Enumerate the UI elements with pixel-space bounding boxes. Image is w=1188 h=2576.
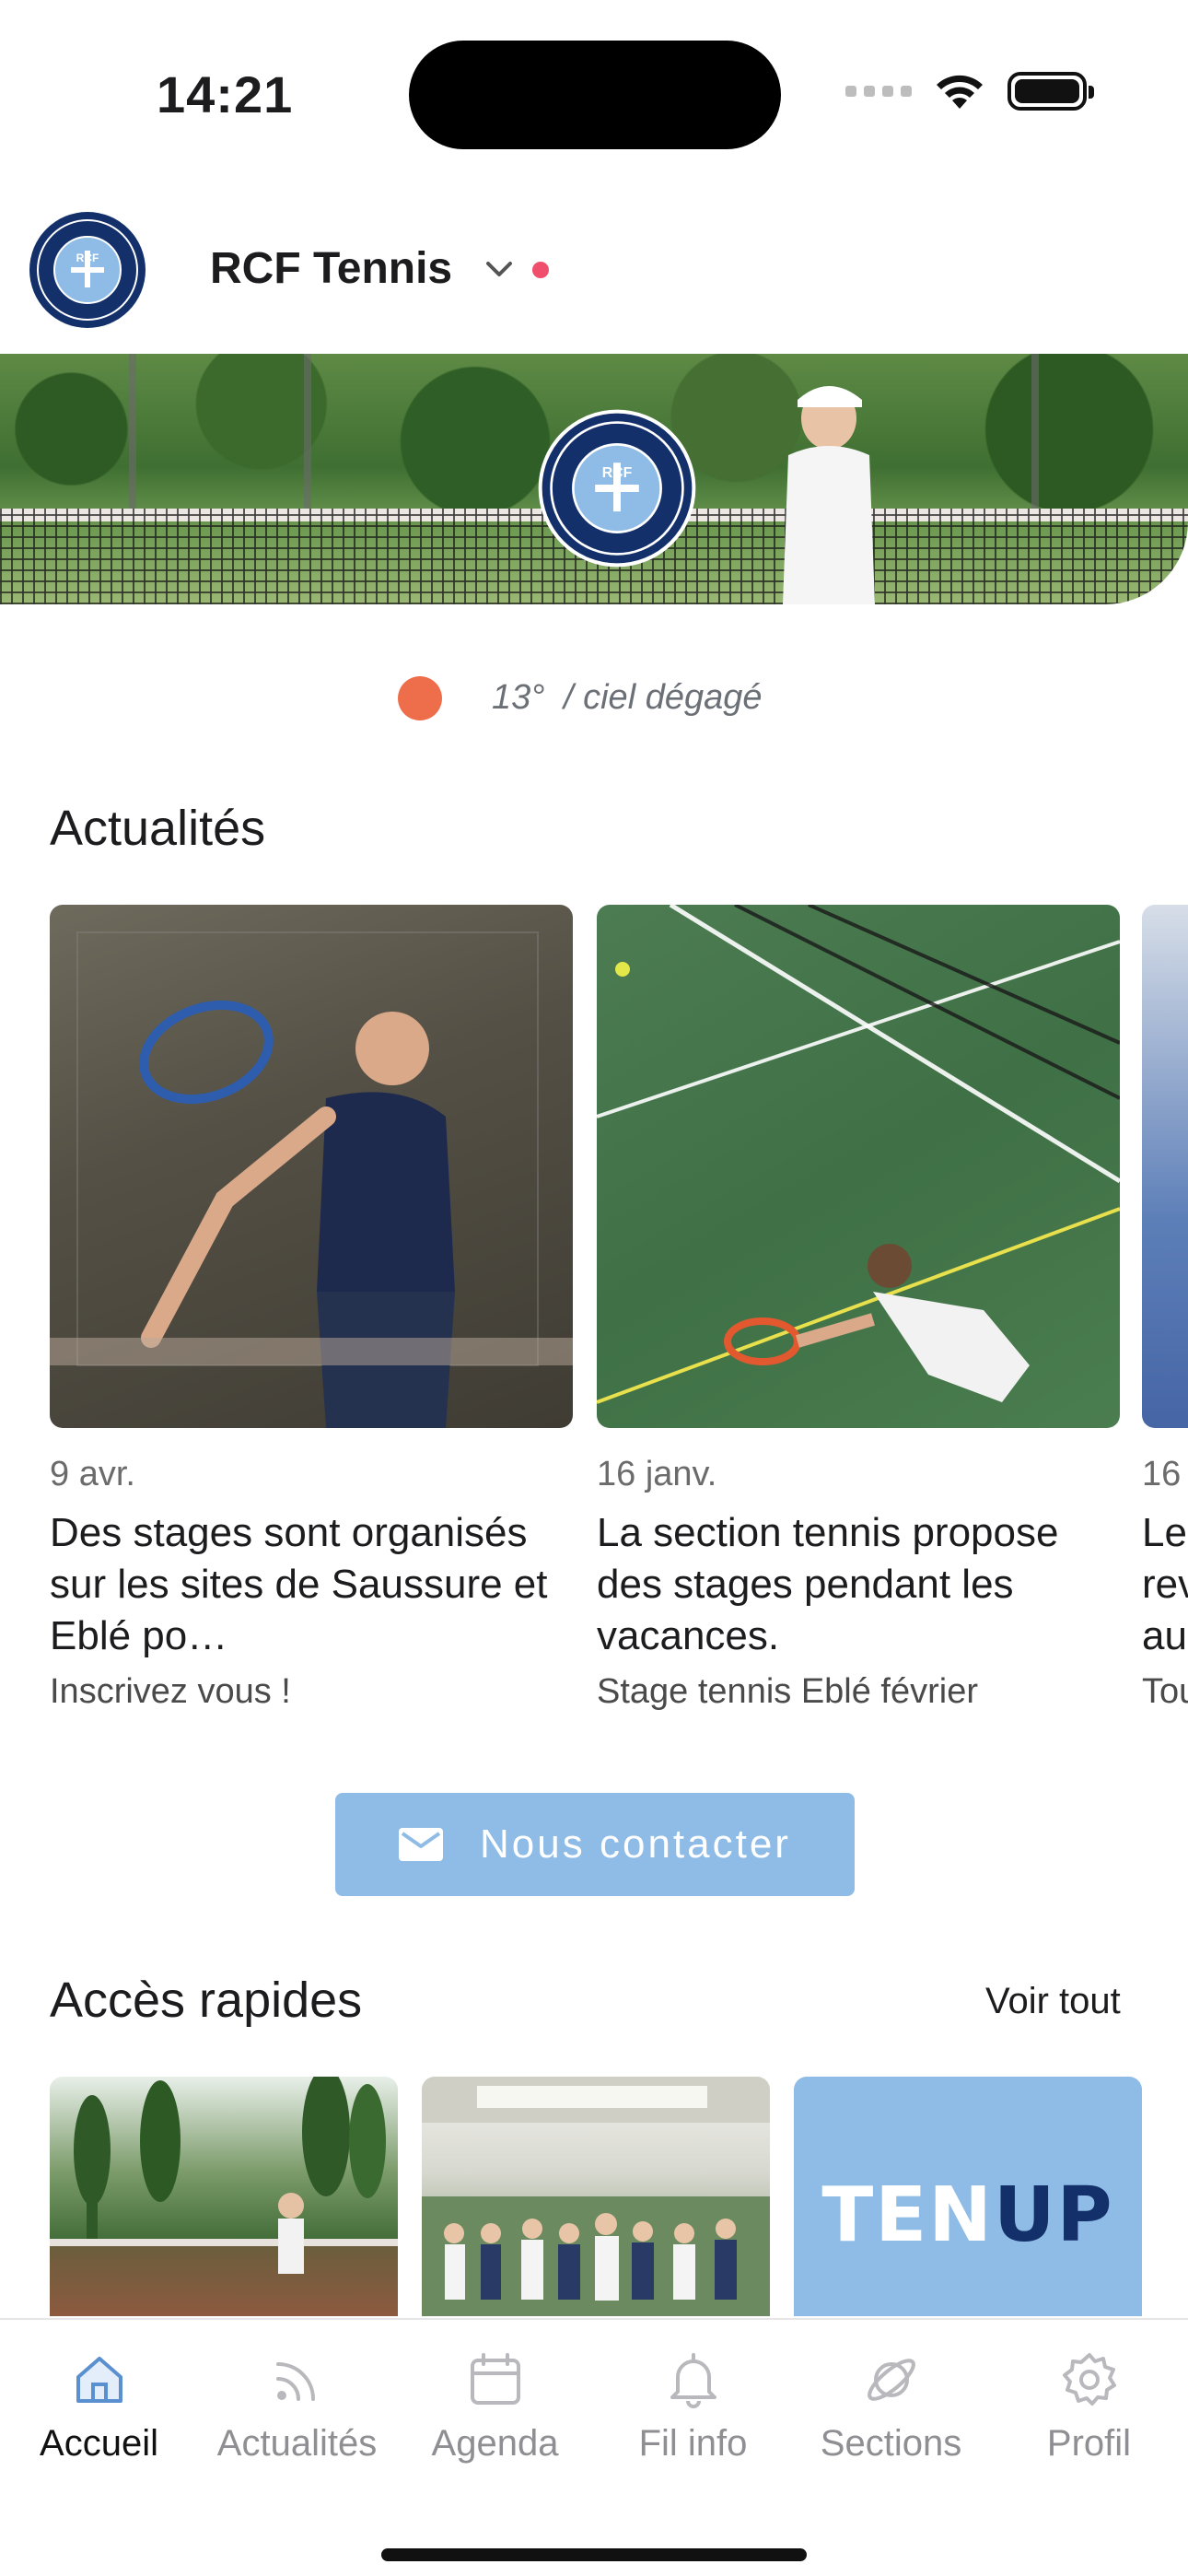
player-photo [783,386,875,604]
mail-icon [399,1828,444,1861]
see-all-link[interactable]: Voir tout [985,1981,1121,2022]
quick-access-card[interactable] [50,2077,398,2316]
tab-fil-info[interactable]: Fil info [594,2348,792,2465]
tab-bar: Accueil Actualités Agenda Fil info Secti… [0,2318,1188,2576]
status-icons [845,72,1094,111]
chevron-down-icon[interactable] [481,251,518,287]
hero-banner: RCF [0,354,1188,604]
news-date: 16 [1142,1455,1182,1493]
quick-access-card[interactable] [422,2077,770,2316]
tab-label: Actualités [216,2423,378,2464]
tab-profil[interactable]: Profil [990,2348,1188,2465]
status-time: 14:21 [157,65,294,123]
tab-actualites[interactable]: Actualités [198,2348,396,2465]
news-image [50,905,573,1428]
planet-icon [867,2359,915,2401]
app-header: RCF RCF Tennis [0,205,1188,334]
news-date: 9 avr. [50,1455,135,1493]
tab-label: Accueil [40,2423,158,2464]
tab-label: Profil [1046,2423,1132,2464]
bell-icon [670,2353,716,2408]
rss-icon [275,2362,315,2401]
news-card[interactable]: 16 Le rev au Tou [1142,905,1188,1713]
dynamic-island [409,41,781,149]
home-icon [76,2357,122,2403]
gear-icon [1062,2353,1116,2406]
weather-bar: 13° / ciel dégagé [0,669,1188,724]
club-logo[interactable]: RCF [28,210,147,330]
tab-sections[interactable]: Sections [792,2348,990,2465]
quick-access-title: Accès rapides [50,1973,363,2028]
news-card[interactable]: 16 janv. La section tennis propose des s… [597,905,1120,1713]
quick-access-card-tenup[interactable]: TENUP [794,2077,1142,2316]
news-title: Le rev au [1142,1509,1188,1658]
tab-accueil[interactable]: Accueil [0,2348,198,2465]
tab-label: Sections [820,2423,962,2464]
banner-logo-text: RCF [602,465,633,481]
news-section-title: Actualités [50,801,266,856]
weather-sun-icon [398,676,442,720]
status-bar: 14:21 [0,0,1188,184]
news-subtitle: Stage tennis Eblé février [597,1671,979,1711]
tab-label: Fil info [638,2423,748,2464]
banner-club-logo: RCF [538,409,696,568]
cellular-signal-icon [845,86,912,97]
news-card[interactable]: 9 avr. Des stages sont organisés sur les… [50,905,573,1713]
tenup-logo-part2: UP [993,2171,1114,2259]
news-subtitle: Tou [1142,1671,1188,1711]
news-subtitle: Inscrivez vous ! [50,1671,291,1711]
battery-icon [1007,72,1094,111]
tenup-logo-part1: TEN [821,2171,994,2259]
contact-button[interactable]: Nous contacter [335,1793,855,1896]
news-image [1142,905,1188,1428]
tab-label: Agenda [431,2423,559,2464]
wifi-icon [937,75,983,109]
weather-temperature: 13° [492,678,545,717]
news-image [597,905,1120,1428]
club-name[interactable]: RCF Tennis [210,243,452,294]
home-indicator[interactable] [381,2548,807,2561]
tenup-logo: TENUP [821,2172,1113,2259]
weather-condition: / ciel dégagé [564,678,763,717]
logo-text: RCF [76,252,99,264]
notification-dot [532,262,549,278]
contact-button-label: Nous contacter [480,1821,791,1867]
tab-agenda[interactable]: Agenda [396,2348,594,2465]
news-date: 16 janv. [597,1455,717,1493]
calendar-icon [470,2353,520,2405]
news-title: La section tennis propose des stages pen… [597,1509,1059,1658]
news-title: Des stages sont organisés sur les sites … [50,1509,548,1658]
